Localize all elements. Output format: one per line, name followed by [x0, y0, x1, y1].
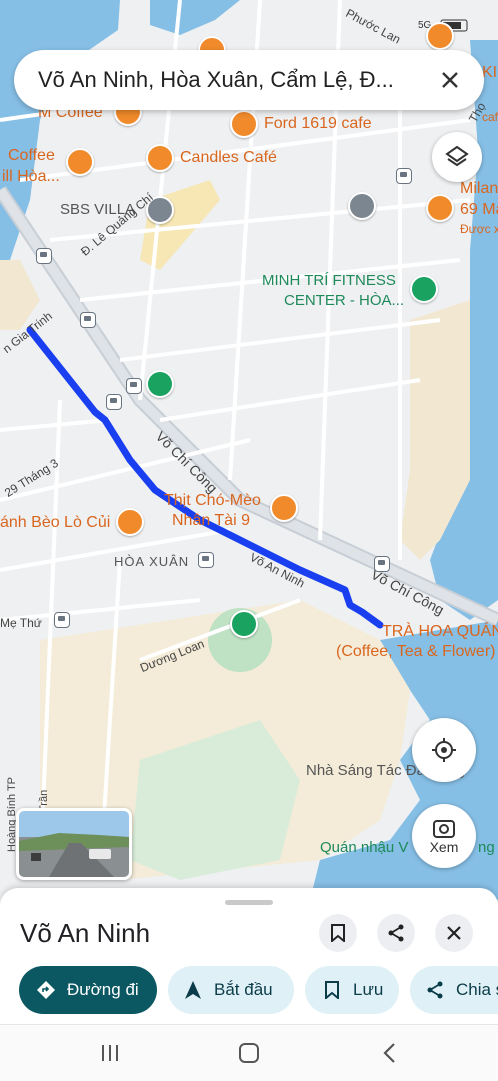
street-view-button[interactable]: Xem [412, 804, 476, 868]
search-query[interactable]: Võ An Ninh, Hòa Xuân, Cẩm Lệ, Đ... [38, 67, 428, 93]
camera-icon [433, 820, 455, 838]
close-sheet-button[interactable] [435, 914, 473, 952]
poi-minh-tri-1[interactable]: MINH TRÍ FITNESS [262, 272, 396, 289]
start-label: Bắt đầu [214, 980, 273, 999]
save-place-button[interactable] [319, 914, 357, 952]
poi-tra-hoa-quan-2[interactable]: (Coffee, Tea & Flower) [336, 643, 495, 661]
close-icon [442, 72, 458, 88]
map-view[interactable]: 5G Coffee ill Hòa... M Coffee Ford 1619 … [0, 0, 498, 900]
close-icon [447, 926, 461, 940]
save-label: Lưu [353, 980, 384, 999]
place-pin-icon[interactable] [146, 370, 174, 398]
bus-stop-icon[interactable] [396, 168, 412, 184]
directions-button[interactable]: Đường đi [19, 966, 157, 1014]
poi-kic[interactable]: KIC [482, 64, 498, 82]
search-bar[interactable]: Võ An Ninh, Hòa Xuân, Cẩm Lệ, Đ... [14, 50, 484, 110]
recent-apps-icon[interactable] [100, 1043, 120, 1063]
street-me-thu: Mẹ Thứ [0, 616, 42, 630]
cafe-pin-icon[interactable] [426, 22, 454, 50]
share-icon [424, 979, 446, 1001]
street-view-label: Xem [429, 839, 459, 855]
poi-milan-3[interactable]: Được x [460, 222, 498, 236]
bookmark-icon [321, 979, 343, 1001]
poi-quan-nhau-2[interactable]: ng [478, 839, 495, 856]
restaurant-pin-icon[interactable] [270, 494, 298, 522]
poi-coffee-left[interactable]: Coffee [8, 147, 55, 165]
poi-thit-cho-1[interactable]: Thịt Chó-Mèo [164, 492, 261, 510]
bus-stop-icon[interactable] [198, 552, 214, 568]
system-nav-bar [0, 1024, 498, 1081]
save-button[interactable]: Lưu [305, 966, 399, 1014]
share-label: Chia s [456, 980, 498, 999]
directions-icon [35, 979, 57, 1001]
cafe-pin-icon[interactable] [426, 194, 454, 222]
share-icon [388, 924, 404, 942]
poi-ford-cafe[interactable]: Ford 1619 cafe [264, 115, 372, 133]
crosshair-icon [432, 738, 456, 762]
area-hoa-xuan: HÒA XUÂN [114, 554, 190, 569]
bus-stop-icon[interactable] [126, 378, 142, 394]
poi-tra-hoa-quan-1[interactable]: TRÀ HOA QUÁN [382, 623, 498, 641]
fitness-pin-icon[interactable] [410, 275, 438, 303]
cafe-pin-icon[interactable] [230, 110, 258, 138]
poi-coffee-left-sub[interactable]: ill Hòa... [2, 168, 60, 186]
sheet-drag-handle[interactable] [225, 900, 273, 905]
my-location-button[interactable] [412, 718, 476, 782]
place-title: Võ An Ninh [20, 918, 151, 948]
poi-quan-nhau[interactable]: Quán nhậu V [320, 839, 408, 856]
bus-stop-icon[interactable] [106, 394, 122, 410]
bus-stop-icon[interactable] [54, 612, 70, 628]
poi-banh-beo[interactable]: ánh Bèo Lò Củi [0, 514, 110, 532]
layers-button[interactable] [432, 132, 482, 182]
street-view-image [19, 811, 129, 877]
poi-milan-1[interactable]: Milan [460, 180, 498, 198]
poi-minh-tri-2[interactable]: CENTER - HÒA... [284, 292, 404, 309]
poi-thit-cho-2[interactable]: Nhân Tài 9 [172, 512, 250, 530]
share-chip-button[interactable]: Chia s [410, 966, 498, 1014]
action-chips: Đường đi Bắt đầu Lưu Chia s [0, 966, 498, 1016]
status-bar: 5G [0, 0, 498, 40]
restaurant-pin-icon[interactable] [116, 508, 144, 536]
back-icon[interactable] [380, 1042, 400, 1064]
navigation-arrow-icon [182, 979, 204, 1001]
share-button[interactable] [377, 914, 415, 952]
park-pin-icon[interactable] [230, 610, 258, 638]
school-pin-icon[interactable] [348, 192, 376, 220]
home-icon[interactable] [238, 1042, 260, 1064]
poi-candles-cafe[interactable]: Candles Café [180, 149, 277, 167]
layers-icon [445, 145, 469, 167]
poi-milan-2[interactable]: 69 Ma [460, 201, 498, 219]
start-button[interactable]: Bắt đầu [168, 966, 294, 1014]
bus-stop-icon[interactable] [80, 312, 96, 328]
cafe-pin-icon[interactable] [146, 144, 174, 172]
street-view-thumbnail[interactable] [16, 808, 132, 880]
bookmark-icon [331, 924, 345, 942]
cafe-pin-icon[interactable] [66, 148, 94, 176]
close-search-button[interactable] [434, 64, 466, 96]
bus-stop-icon[interactable] [374, 556, 390, 572]
bus-stop-icon[interactable] [36, 248, 52, 264]
directions-label: Đường đi [67, 980, 139, 999]
